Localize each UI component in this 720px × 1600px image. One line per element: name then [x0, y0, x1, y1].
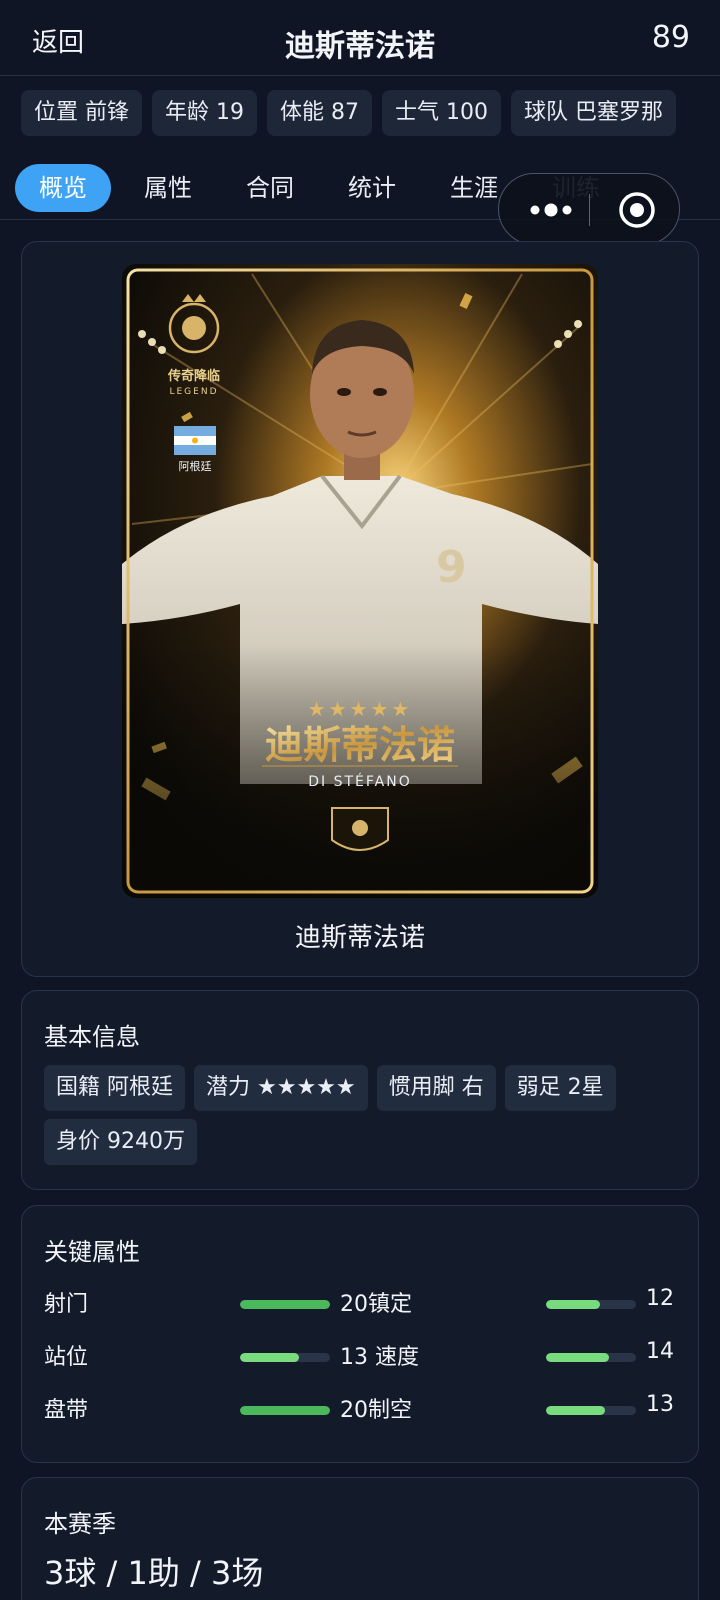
market-value-chip: 身价 9240万 [44, 1119, 197, 1165]
team-chip: 球队 巴塞罗那 [511, 90, 676, 136]
stamina-chip: 体能 87 [267, 90, 372, 136]
more-dots-icon[interactable] [521, 174, 591, 246]
player-card-panel: 9 传奇降临 LEGEND 阿根廷 ★★★★★ 迪斯蒂法诺 DI STÉFANO… [21, 241, 699, 977]
attribute-bar-fill [546, 1406, 605, 1415]
attribute-bar-fill [240, 1300, 330, 1309]
age-chip: 年龄 19 [152, 90, 257, 136]
attribute-bar-fill [240, 1406, 330, 1415]
player-card-image[interactable]: 9 传奇降临 LEGEND 阿根廷 ★★★★★ 迪斯蒂法诺 DI STÉFANO [122, 264, 598, 898]
attribute-label: 盘带 [44, 1398, 89, 1423]
potential-chip: 潜力 ★★★★★ [194, 1065, 368, 1111]
attribute-bar [546, 1353, 636, 1362]
page-title: 迪斯蒂法诺 [285, 29, 435, 64]
morale-chip: 士气 100 [382, 90, 501, 136]
basic-info-title: 基本信息 [44, 1023, 140, 1051]
nationality-chip: 国籍 阿根廷 [44, 1065, 185, 1111]
capsule-divider [589, 194, 590, 226]
club-crest-icon [331, 807, 389, 851]
attribute-bar [240, 1353, 330, 1362]
miniprogram-capsule [498, 173, 680, 245]
attribute-label: 站位 [44, 1345, 89, 1370]
basic-info-chips: 国籍 阿根廷 潜力 ★★★★★ 惯用脚 右 弱足 2星 身价 9240万 [44, 1065, 684, 1165]
season-summary: 3球 / 1助 / 3场 [44, 1554, 264, 1592]
key-attributes-title: 关键属性 [44, 1238, 140, 1266]
weak-foot-chip: 弱足 2星 [504, 1065, 616, 1111]
tab-stats[interactable]: 统计 [321, 164, 423, 212]
badge-subtitle: LEGEND [169, 387, 218, 397]
attribute-row: 盘带 20制空 13 [44, 1388, 684, 1428]
attribute-row: 射门 20镇定 12 [44, 1282, 684, 1322]
attribute-value: 12 [646, 1286, 674, 1311]
attribute-bar-fill [240, 1353, 299, 1362]
tab-attributes[interactable]: 属性 [117, 164, 219, 212]
key-attributes-card: 关键属性 射门 20镇定 12 站位 13 速度 14 盘带 20制空 13 [21, 1205, 699, 1463]
season-card: 本赛季 3球 / 1助 / 3场 [21, 1477, 699, 1600]
preferred-foot-chip: 惯用脚 右 [376, 1065, 496, 1111]
close-target-icon[interactable] [617, 190, 657, 230]
country-label: 阿根廷 [179, 459, 212, 473]
attribute-value: 20镇定 [340, 1292, 413, 1317]
argentina-flag-icon [174, 426, 216, 455]
jersey-number: 9 [436, 542, 467, 593]
attribute-bar-fill [546, 1353, 609, 1362]
attribute-bar-fill [546, 1300, 600, 1309]
attribute-row: 站位 13 速度 14 [44, 1335, 684, 1375]
attribute-bar [240, 1300, 330, 1309]
top-bar: 返回 迪斯蒂法诺 89 [0, 0, 720, 76]
overall-rating: 89 [651, 20, 690, 55]
card-name-cn: 迪斯蒂法诺 [265, 723, 455, 767]
attribute-value: 14 [646, 1339, 674, 1364]
attribute-bar [546, 1300, 636, 1309]
attribute-value: 13 [646, 1392, 674, 1417]
attribute-bar [240, 1406, 330, 1415]
player-name-caption: 迪斯蒂法诺 [294, 923, 425, 953]
summary-chips: 位置 前锋 年龄 19 体能 87 士气 100 球队 巴塞罗那 [21, 90, 676, 136]
basic-info-card: 基本信息 国籍 阿根廷 潜力 ★★★★★ 惯用脚 右 弱足 2星 身价 9240… [21, 990, 699, 1190]
card-stars: ★★★★★ [308, 697, 413, 721]
attribute-value: 13 速度 [340, 1345, 420, 1370]
season-title: 本赛季 [44, 1510, 116, 1538]
attribute-value: 20制空 [340, 1398, 413, 1423]
position-chip: 位置 前锋 [21, 90, 142, 136]
tab-contract[interactable]: 合同 [219, 164, 321, 212]
badge-title: 传奇降临 [167, 368, 220, 384]
attribute-bar [546, 1406, 636, 1415]
card-name-en: DI STÉFANO [308, 773, 411, 790]
attribute-label: 射门 [44, 1292, 89, 1317]
tab-overview[interactable]: 概览 [15, 164, 111, 212]
